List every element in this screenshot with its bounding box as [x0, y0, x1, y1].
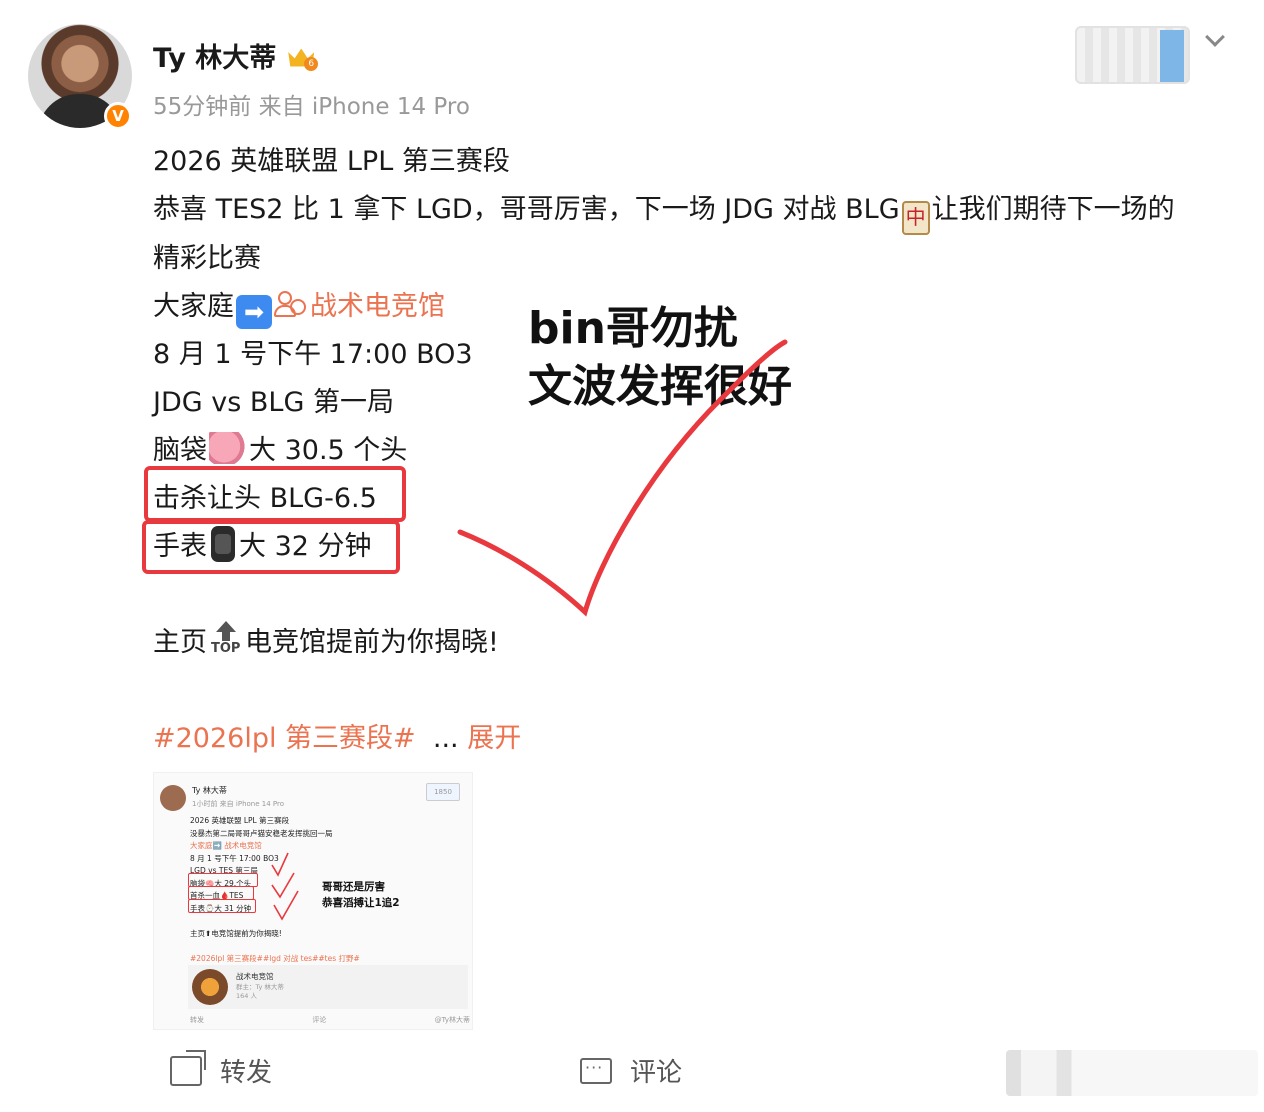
highlight-box-kill [144, 466, 406, 522]
mahjong-icon: 中 [901, 201, 930, 235]
post-meta: 55分钟前 来自 iPhone 14 Pro [153, 94, 470, 120]
post-spacer [153, 667, 1243, 715]
overlay-line: 文波发挥很好 [528, 361, 792, 412]
post-text: 大 30.5 个头 [249, 435, 408, 466]
post-text: 脑袋 [153, 435, 207, 466]
thumb-overlay: 哥哥还是厉害 恭喜滔搏让1追2 [322, 879, 400, 911]
post-text: 主页 [153, 627, 207, 658]
thumb-group-avatar [192, 969, 228, 1005]
post-line: 精彩比赛 [153, 243, 261, 274]
hashtag-link[interactable]: #2026lpl 第三赛段# [153, 723, 416, 754]
post-line: 主页 TOP 电竞馆提前为你揭晓! [153, 619, 1243, 667]
post-line: 恭喜 TES2 比 1 拿下 LGD，哥哥厉害，下一场 JDG 对战 BLG 中让… [153, 186, 1243, 235]
thumb-group-sub: 群主：Ty 林大蒂 164 人 [236, 983, 284, 1001]
comment-button[interactable]: 评论 [580, 1052, 682, 1089]
group-link[interactable]: 战术电竞馆 [310, 291, 445, 322]
level-badge: 6 [304, 56, 319, 71]
share-icon [170, 1049, 206, 1086]
post-body: 2026 英雄联盟 LPL 第三赛段 恭喜 TES2 比 1 拿下 LGD，哥哥… [153, 138, 1243, 763]
thumb-overlay-line: 恭喜滔搏让1追2 [322, 897, 400, 909]
thumb-watermark: @Ty林大蒂 [434, 1016, 470, 1024]
thumb-footer: 转发 评论 @Ty林大蒂 [190, 1015, 470, 1025]
post-line: 2026 英雄联盟 LPL 第三赛段 [153, 146, 510, 177]
follow-button[interactable] [1075, 26, 1190, 84]
post-line: #2026lpl 第三赛段# ... 展开 [153, 715, 1243, 763]
thumb-share: 转发 [190, 1016, 204, 1024]
like-button[interactable] [1006, 1050, 1258, 1096]
verified-icon: V [104, 102, 132, 130]
brain-icon [209, 432, 247, 464]
follow-button-fill [1160, 30, 1184, 82]
group-icon [274, 289, 308, 319]
comment-label: 评论 [630, 1058, 683, 1088]
post-text: 让我们期待下一场的 [931, 194, 1175, 225]
chevron-down-icon[interactable] [1205, 27, 1225, 47]
top-label: TOP [211, 641, 241, 656]
post-text: 大家庭 [153, 291, 234, 322]
overlay-line: bin哥勿扰 [528, 303, 738, 354]
name-row: Ty 林大蒂 6 [153, 36, 319, 75]
thumb-group-card: 战术电竞馆 群主：Ty 林大蒂 164 人 [188, 965, 468, 1009]
crown-icon: 6 [286, 43, 319, 71]
expand-link[interactable]: 展开 [467, 723, 521, 754]
thumb-comment: 评论 [312, 1016, 327, 1024]
post-text: 电竞馆提前为你揭晓! [245, 627, 499, 658]
thumb-overlay-line: 哥哥还是厉害 [322, 881, 385, 893]
username[interactable]: Ty 林大蒂 [153, 36, 276, 75]
post-spacer [153, 571, 1243, 619]
thumb-group-name: 战术电竞馆 [236, 972, 274, 981]
arrow-right-icon: ➡ [236, 295, 272, 329]
share-button[interactable]: 转发 [170, 1049, 273, 1089]
overlay-annotation: bin哥勿扰 文波发挥很好 [528, 300, 792, 416]
image-thumbnail[interactable]: Ty 林大蒂 1小时前 来自 iPhone 14 Pro 1850 2026 英… [153, 772, 473, 1030]
thumb-group-owner: 群主：Ty 林大蒂 [236, 983, 284, 991]
top-icon: TOP [211, 621, 241, 659]
thumb-group-count: 164 人 [236, 992, 257, 1000]
ellipsis: ... [432, 723, 459, 754]
post-text: 恭喜 TES2 比 1 拿下 LGD，哥哥厉害，下一场 JDG 对战 BLG [153, 194, 900, 225]
highlight-box-watch [142, 520, 400, 574]
comment-icon [580, 1057, 612, 1084]
share-label: 转发 [220, 1058, 273, 1088]
